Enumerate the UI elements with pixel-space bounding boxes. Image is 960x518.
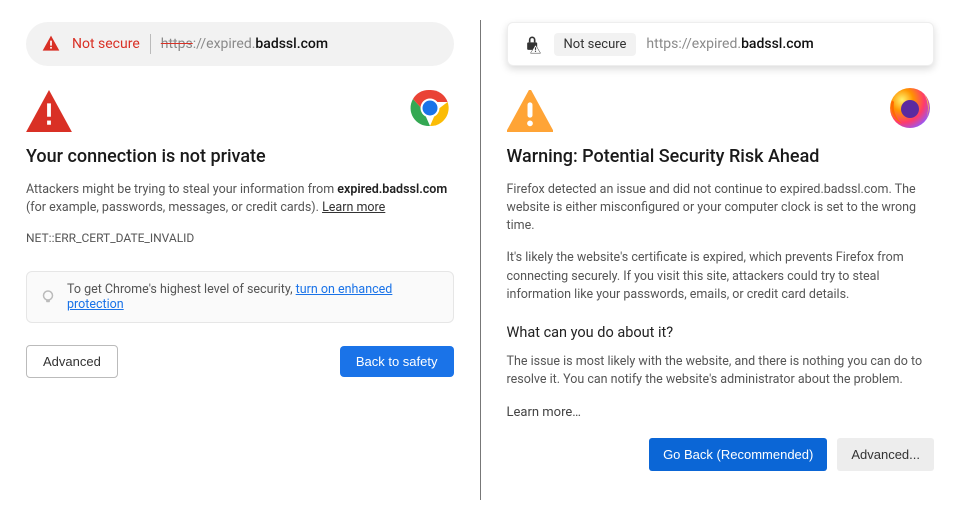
page-title: Warning: Potential Security Risk Ahead — [507, 146, 935, 167]
firefox-para2: It's likely the website's certificate is… — [507, 249, 935, 303]
firefox-hero-row — [507, 84, 935, 132]
url-text: https://expired.badssl.com — [646, 36, 813, 52]
back-to-safety-button[interactable]: Back to safety — [340, 346, 454, 377]
enhanced-protection-tip: To get Chrome's highest level of securit… — [26, 271, 454, 323]
warning-triangle-icon — [26, 90, 72, 132]
warning-triangle-icon — [507, 90, 553, 132]
url-text: https://expired.badssl.com — [161, 36, 328, 52]
firefox-button-row: Go Back (Recommended) Advanced... — [507, 438, 935, 471]
error-code: NET::ERR_CERT_DATE_INVALID — [26, 231, 454, 245]
firefox-subhead: What can you do about it? — [507, 324, 935, 341]
go-back-button[interactable]: Go Back (Recommended) — [649, 438, 827, 471]
firefox-logo-icon — [886, 84, 934, 132]
lightbulb-icon — [39, 288, 57, 306]
not-secure-label: Not secure — [72, 36, 140, 52]
firefox-para1: Firefox detected an issue and did not co… — [507, 181, 935, 235]
chrome-logo-icon — [406, 84, 454, 132]
learn-more-link[interactable]: Learn more… — [507, 405, 935, 420]
urlbar-separator — [150, 34, 151, 54]
firefox-urlbar[interactable]: Not secure https://expired.badssl.com — [507, 22, 935, 66]
tip-text: To get Chrome's highest level of securit… — [67, 282, 296, 297]
not-secure-label: Not secure — [554, 33, 637, 56]
lock-warning-icon — [522, 34, 544, 54]
firefox-para3: The issue is most likely with the websit… — [507, 353, 935, 389]
warning-triangle-icon — [40, 34, 62, 54]
firefox-pane: Not secure https://expired.badssl.com — [481, 0, 960, 518]
chrome-button-row: Advanced Back to safety — [26, 345, 454, 378]
chrome-hero-row — [26, 84, 454, 132]
chrome-pane: Not secure https://expired.badssl.com Yo… — [0, 0, 480, 518]
advanced-button[interactable]: Advanced... — [837, 438, 934, 471]
page-title: Your connection is not private — [26, 146, 454, 167]
advanced-button[interactable]: Advanced — [26, 345, 118, 378]
learn-more-link[interactable]: Learn more — [322, 200, 385, 215]
chrome-body-text: Attackers might be trying to steal your … — [26, 181, 454, 217]
chrome-urlbar[interactable]: Not secure https://expired.badssl.com — [26, 22, 454, 66]
